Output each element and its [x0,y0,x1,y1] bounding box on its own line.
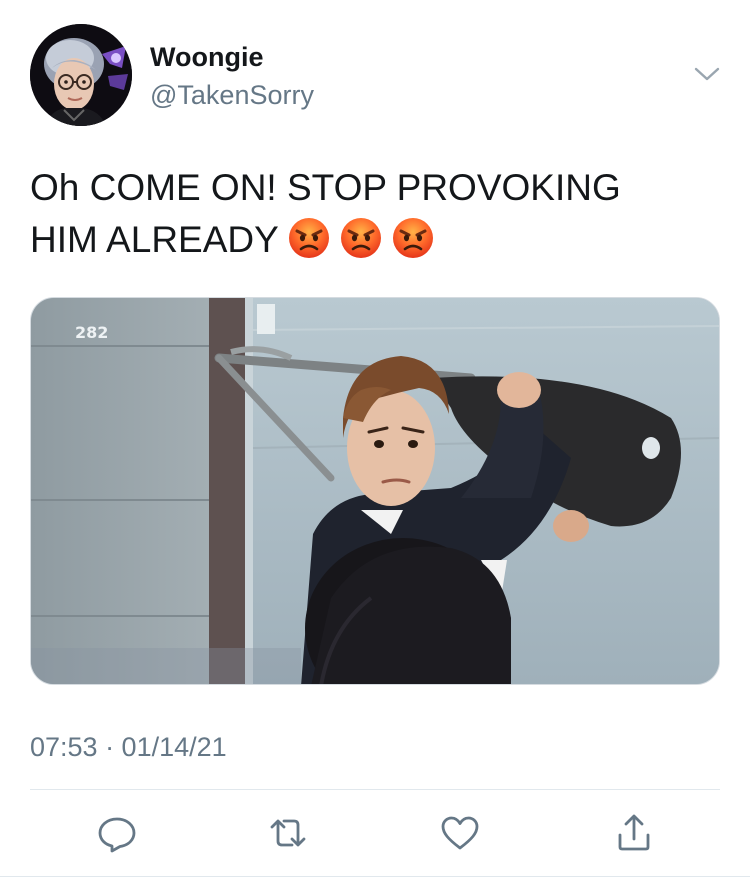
reply-icon [98,817,136,853]
reply-button[interactable] [95,811,139,855]
photo-image: 282 [31,298,719,684]
divider [30,789,720,790]
angry-face-icon [339,216,383,260]
user-handle[interactable]: @TakenSorry [150,79,314,111]
display-name[interactable]: Woongie [150,41,263,73]
avatar[interactable] [30,24,132,126]
tweet-detail: Woongie @TakenSorry Oh COME ON! STOP PRO… [0,0,750,877]
heart-icon [441,816,479,850]
chevron-down-icon[interactable] [692,62,722,86]
like-button[interactable] [438,811,482,855]
share-button[interactable] [612,811,656,855]
angry-face-icon [287,216,331,260]
tweet-media-photo[interactable]: 282 [30,297,720,685]
share-icon [618,814,650,851]
tweet-text: Oh COME ON! STOP PROVOKING HIM ALREADY [30,162,720,266]
tweet-timestamp[interactable]: 07:53 · 01/14/21 [30,731,227,763]
retweet-button[interactable] [266,811,310,855]
angry-face-icon [391,216,435,260]
retweet-icon [270,819,306,847]
tweet-actions-bar [0,805,750,861]
tweet-text-line-2-words: HIM ALREADY [30,219,279,260]
pillar-sign: 282 [75,323,108,342]
tweet-text-line-2: HIM ALREADY [30,214,720,266]
avatar-image [30,24,132,126]
tweet-text-line-1: Oh COME ON! STOP PROVOKING [30,167,621,208]
